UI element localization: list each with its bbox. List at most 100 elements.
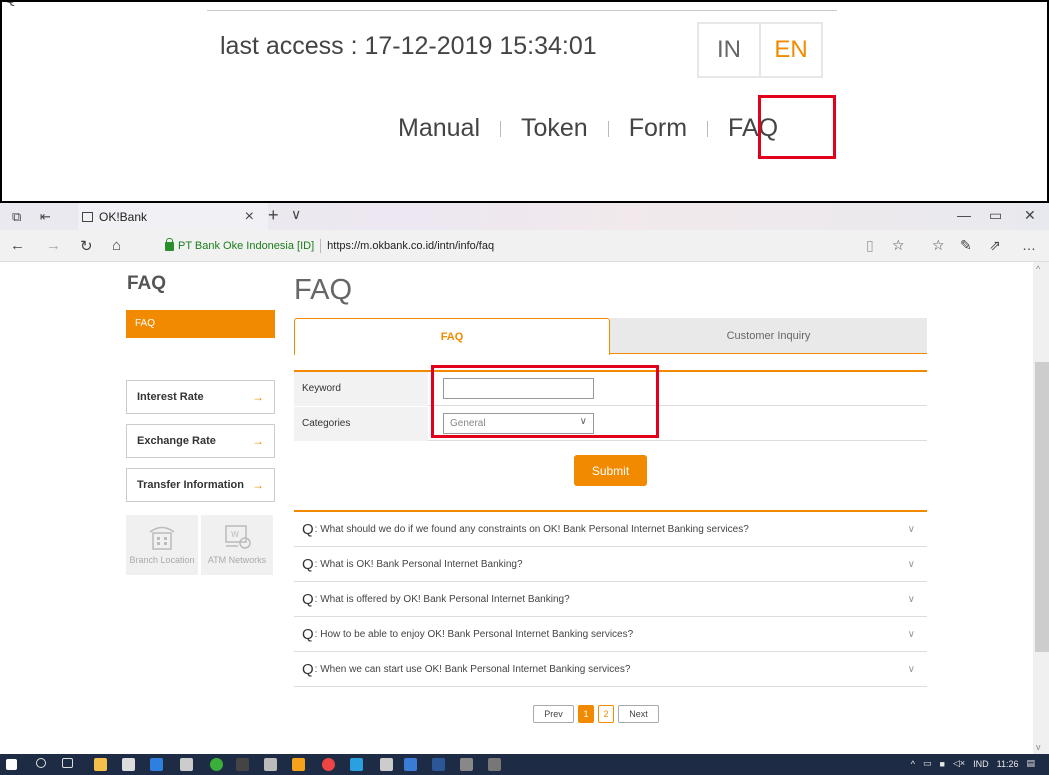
page-scrollbar[interactable]: ^ v [1033, 262, 1049, 754]
page-1-button[interactable]: 1 [578, 705, 594, 723]
favorites-hub-icon[interactable]: ☆ [932, 237, 945, 254]
app-icon[interactable] [460, 758, 473, 771]
next-page-button[interactable]: Next [618, 705, 659, 723]
tab-faq[interactable]: FAQ [294, 318, 610, 355]
file-explorer-icon[interactable] [94, 758, 107, 771]
sidebar-title: FAQ [127, 273, 167, 294]
chevron-up-icon[interactable]: ^ [911, 759, 915, 769]
browser-tab-bar: ⧉ ⇤ OK!Bank × + ∨ — ▭ ✕ [0, 203, 1049, 230]
app-icon[interactable] [380, 758, 393, 771]
q-marker: Q [302, 625, 314, 643]
edge-icon[interactable] [150, 758, 163, 771]
sidebar-link-interest-rate[interactable]: Interest Rate → [126, 380, 275, 414]
branch-location-tile[interactable]: Branch Location [126, 515, 198, 575]
lang-en-button[interactable]: EN [759, 24, 821, 76]
tile-label: ATM Networks [207, 555, 267, 565]
reading-view-icon[interactable]: ▯ [866, 237, 874, 254]
new-tab-icon[interactable]: + [268, 205, 279, 226]
chevron-down-icon[interactable]: ∨ [291, 206, 301, 223]
search-icon[interactable] [36, 758, 46, 768]
sidebar-link-label: Interest Rate [137, 391, 204, 403]
page-viewport: FAQ FAQ Interest Rate → Exchange Rate → … [0, 262, 1049, 754]
close-tab-icon[interactable]: × [245, 208, 254, 226]
lang-in-button[interactable]: IN [699, 24, 759, 76]
app-icon[interactable] [292, 758, 305, 771]
url-text[interactable]: https://m.okbank.co.id/intn/info/faq [327, 240, 494, 252]
q-marker: Q [302, 660, 314, 678]
close-window-icon[interactable]: ✕ [1024, 207, 1036, 224]
favorite-star-icon[interactable]: ☆ [892, 237, 905, 254]
nav-separator [607, 120, 609, 137]
task-view-icon[interactable] [62, 758, 73, 768]
pen-icon[interactable]: ✎ [960, 237, 972, 254]
word-icon[interactable] [432, 758, 445, 771]
home-icon[interactable]: ⌂ [112, 237, 121, 254]
app-icon[interactable] [350, 758, 363, 771]
chevron-down-icon: ∨ [907, 558, 915, 570]
more-icon[interactable]: … [1022, 237, 1036, 253]
sidebar-item-faq[interactable]: FAQ [126, 310, 275, 338]
sidebar-link-label: Exchange Rate [137, 435, 216, 447]
faq-item[interactable]: Q : What should we do if we found any co… [294, 512, 927, 547]
scroll-thumb[interactable] [1035, 362, 1049, 652]
network-icon[interactable]: ▭ [923, 758, 932, 769]
store-icon[interactable] [122, 758, 135, 771]
page-2-button[interactable]: 2 [598, 705, 614, 723]
volume-icon[interactable]: ◁× [953, 758, 965, 769]
input-language[interactable]: IND [973, 759, 989, 769]
scroll-down-icon[interactable]: v [1036, 742, 1041, 752]
scroll-up-icon[interactable]: ^ [1036, 264, 1040, 274]
app-icon[interactable] [210, 758, 223, 771]
atm-icon: W [225, 525, 251, 549]
form-annotation-box [431, 365, 659, 438]
share-icon[interactable]: ⇗ [989, 237, 1001, 254]
clock[interactable]: 11:26 [997, 759, 1019, 769]
browser-tab[interactable]: OK!Bank × [78, 203, 268, 230]
site-identity[interactable]: PT Bank Oke Indonesia [ID] [178, 240, 314, 252]
set-aside-tabs-icon[interactable]: ⇤ [40, 209, 51, 225]
submit-button[interactable]: Submit [574, 455, 647, 486]
tab-customer-inquiry[interactable]: Customer Inquiry [610, 318, 927, 354]
lock-icon [165, 237, 174, 251]
start-icon[interactable] [6, 759, 17, 770]
refresh-icon[interactable]: ↻ [80, 237, 93, 255]
outlook-icon[interactable] [404, 758, 417, 771]
restore-icon[interactable]: ▭ [989, 207, 1002, 224]
forward-icon[interactable]: → [46, 237, 61, 254]
app-icon[interactable] [488, 758, 501, 771]
pagination: Prev 1 2 Next [533, 705, 659, 723]
nav-separator [500, 120, 501, 137]
sidebar-link-transfer-information[interactable]: Transfer Information → [126, 468, 275, 502]
nav-form-link[interactable]: Form [629, 114, 687, 143]
battery-icon[interactable]: ■ [940, 759, 945, 769]
corner-glyph-icon: Q [4, 2, 16, 8]
tab-actions-icon[interactable]: ⧉ [12, 209, 21, 225]
nav-token-link[interactable]: Token [521, 114, 588, 143]
faq-item[interactable]: Q : What is OK! Bank Personal Internet B… [294, 547, 927, 582]
faq-question: : When we can start use OK! Bank Persona… [314, 663, 631, 675]
faq-question: : What is OK! Bank Personal Internet Ban… [314, 558, 523, 570]
chrome-icon[interactable] [322, 758, 335, 771]
sidebar-link-exchange-rate[interactable]: Exchange Rate → [126, 424, 275, 458]
url-field[interactable]: PT Bank Oke Indonesia [ID] https://m.okb… [165, 236, 905, 256]
nav-separator [707, 120, 709, 137]
prev-page-button[interactable]: Prev [533, 705, 574, 723]
nav-manual-link[interactable]: Manual [398, 114, 480, 143]
keyword-label: Keyword [294, 372, 428, 406]
notification-icon[interactable]: ▤ [1026, 758, 1035, 769]
faq-item[interactable]: Q : How to be able to enjoy OK! Bank Per… [294, 617, 927, 652]
atm-networks-tile[interactable]: W ATM Networks [201, 515, 273, 575]
arrow-right-icon: → [252, 478, 264, 492]
building-icon [149, 526, 175, 550]
chevron-down-icon: ∨ [907, 628, 915, 640]
vs-icon[interactable] [236, 758, 249, 771]
minimize-icon[interactable]: — [957, 207, 971, 223]
language-switcher: IN EN [697, 22, 823, 78]
faq-item[interactable]: Q : What is offered by OK! Bank Personal… [294, 582, 927, 617]
mail-icon[interactable] [180, 758, 193, 771]
back-icon[interactable]: ← [10, 237, 25, 254]
page-icon [82, 211, 93, 222]
faq-item[interactable]: Q : When we can start use OK! Bank Perso… [294, 652, 927, 687]
app-icon[interactable] [264, 758, 277, 771]
zoomed-header-panel: Q last access : 17-12-2019 15:34:01 IN E… [0, 0, 1049, 203]
